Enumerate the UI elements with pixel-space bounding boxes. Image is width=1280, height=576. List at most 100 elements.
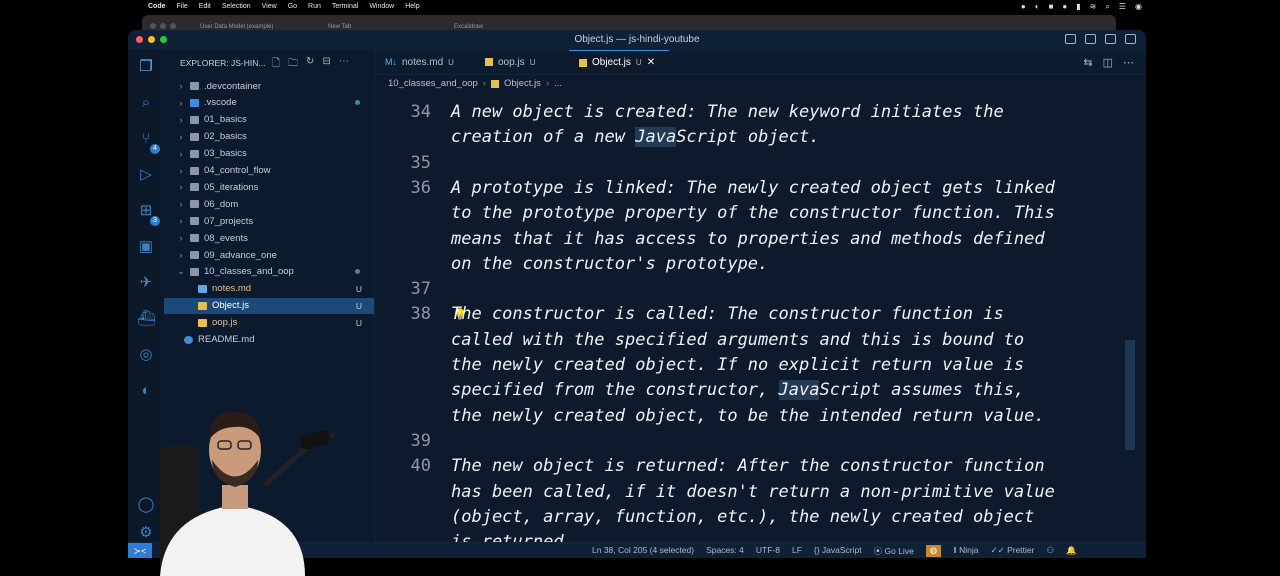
folder-item[interactable]: › .vscode xyxy=(164,95,374,111)
search-icon[interactable]: ⌕ xyxy=(137,94,155,112)
toggle-sidebar-icon[interactable] xyxy=(1065,34,1076,44)
copilot-icon[interactable]: ◍ xyxy=(925,545,942,557)
status-icon[interactable]: ● xyxy=(1021,2,1026,12)
breadcrumb-folder[interactable]: 10_classes_and_oop xyxy=(388,78,478,89)
end-of-line[interactable]: LF xyxy=(792,545,802,557)
file-item[interactable]: README.md xyxy=(164,332,374,348)
customize-layout-icon[interactable] xyxy=(1125,34,1136,44)
tree-item-label: 10_classes_and_oop xyxy=(204,266,294,278)
breadcrumb-more[interactable]: ... xyxy=(554,78,562,89)
status-icon[interactable]: ◐ xyxy=(1035,2,1040,12)
menu-item-go[interactable]: Go xyxy=(288,3,297,10)
explorer-toolbar: 🗋 🗀 ↻ ⊟ ⋯ xyxy=(272,56,349,73)
new-folder-icon[interactable]: 🗀 xyxy=(288,56,298,73)
control-center-icon[interactable]: ☰ xyxy=(1119,2,1126,12)
menu-item-selection[interactable]: Selection xyxy=(222,3,251,10)
code-line[interactable]: to the prototype property of the constru… xyxy=(375,201,1135,226)
folder-item[interactable]: › 01_basics xyxy=(164,112,374,128)
menu-item-view[interactable]: View xyxy=(262,3,277,10)
folder-item[interactable]: › 03_basics xyxy=(164,146,374,162)
tree-item-label: 03_basics xyxy=(204,148,247,160)
code-line[interactable]: 37 xyxy=(375,277,1135,302)
split-editor-icon[interactable]: ◫ xyxy=(1103,56,1113,69)
tab-notes-md[interactable]: M↓ notes.md U xyxy=(375,50,475,74)
code-line[interactable]: 39 xyxy=(375,429,1135,454)
folder-item[interactable]: › 05_iterations xyxy=(164,179,374,195)
folder-item[interactable]: › 07_projects xyxy=(164,213,374,229)
code-line[interactable]: 35 xyxy=(375,151,1135,176)
menu-item-window[interactable]: Window xyxy=(369,3,394,10)
prettier-status[interactable]: ✓✓ Prettier xyxy=(990,545,1034,557)
tab-label: oop.js xyxy=(498,56,525,68)
prettier-label: Prettier xyxy=(1007,545,1035,555)
folder-item[interactable]: › 08_events xyxy=(164,230,374,246)
code-line[interactable]: on the constructor's prototype. xyxy=(375,252,1135,277)
toggle-panel-icon[interactable] xyxy=(1085,34,1096,44)
file-item[interactable]: notes.md U xyxy=(164,281,374,297)
cursor-position[interactable]: Ln 38, Col 205 (4 selected) xyxy=(592,545,694,557)
code-line[interactable]: creation of a new JavaScript object. xyxy=(375,125,1135,150)
code-line[interactable]: 34 A new object is created: The new keywo… xyxy=(375,100,1135,125)
siri-icon[interactable]: ◉ xyxy=(1135,2,1142,12)
notifications-bell-icon[interactable]: 🔔 xyxy=(1066,545,1077,557)
search-icon[interactable]: ⌕ xyxy=(1105,2,1109,12)
close-tab-icon[interactable]: ✕ xyxy=(647,57,655,68)
code-line[interactable]: 38 The constructor is called: The constru… xyxy=(375,302,1135,327)
run-debug-icon[interactable]: ▷ xyxy=(137,166,155,184)
folder-item[interactable]: › 02_basics xyxy=(164,129,374,145)
status-icon[interactable]: ● xyxy=(1062,2,1067,12)
collapse-all-icon[interactable]: ⊟ xyxy=(322,56,330,73)
refresh-icon[interactable]: ↻ xyxy=(306,56,314,73)
indentation[interactable]: Spaces: 4 xyxy=(706,545,744,557)
code-line[interactable]: is returned. xyxy=(375,530,1135,542)
code-line[interactable]: 40 The new object is returned: After the … xyxy=(375,454,1135,479)
remote-icon[interactable]: ◎ xyxy=(137,346,155,364)
new-file-icon[interactable]: 🗋 xyxy=(272,56,280,73)
status-icon[interactable]: ▮ xyxy=(1076,2,1080,12)
file-item[interactable]: Object.js U xyxy=(164,297,374,314)
menu-app-name[interactable]: Code xyxy=(148,3,166,10)
compare-changes-icon[interactable]: ⇆ xyxy=(1083,56,1092,69)
tab-oop-js[interactable]: oop.js U xyxy=(475,50,569,74)
go-live-button[interactable]: ⦿ Go Live xyxy=(874,545,914,557)
status-icon[interactable]: ■ xyxy=(1049,2,1054,12)
code-line[interactable]: called with the specified arguments and … xyxy=(375,328,1135,353)
more-actions-icon[interactable]: ⋯ xyxy=(339,56,349,73)
extension-panel-icon[interactable]: ◐ xyxy=(137,382,155,400)
folder-item[interactable]: › 09_advance_one xyxy=(164,247,374,263)
remote-explorer-icon[interactable]: ▣ xyxy=(137,238,155,256)
folder-item[interactable]: ⌄ 10_classes_and_oop xyxy=(164,264,374,280)
toggle-secondary-sidebar-icon[interactable] xyxy=(1105,34,1116,44)
menu-item-help[interactable]: Help xyxy=(405,3,419,10)
language-mode[interactable]: {} JavaScript xyxy=(814,545,862,557)
menu-item-file[interactable]: File xyxy=(177,3,188,10)
menu-item-run[interactable]: Run xyxy=(308,3,321,10)
tab-object-js[interactable]: Object.js U ✕ xyxy=(569,50,669,74)
encoding[interactable]: UTF-8 xyxy=(756,545,780,557)
code-line[interactable]: the newly created object, to be the inte… xyxy=(375,404,1135,429)
folder-icon xyxy=(190,267,199,276)
feedback-icon[interactable]: ⚇ xyxy=(1046,545,1054,557)
ninja-status[interactable]: ‖ Ninja xyxy=(953,545,978,557)
code-line[interactable]: the newly created object. If no explicit… xyxy=(375,353,1135,378)
live-share-icon[interactable]: ✈ xyxy=(137,274,155,292)
code-line[interactable]: (object, array, function, etc.), the new… xyxy=(375,505,1135,530)
file-item[interactable]: oop.js U xyxy=(164,315,374,331)
code-line[interactable]: 36 A prototype is linked: The newly creat… xyxy=(375,176,1135,201)
chevron-right-icon: › xyxy=(179,233,183,244)
folder-item[interactable]: › 04_control_flow xyxy=(164,163,374,179)
code-line[interactable]: specified from the constructor, JavaScri… xyxy=(375,378,1135,403)
docker-icon[interactable]: ⛴ xyxy=(137,310,156,328)
menu-item-terminal[interactable]: Terminal xyxy=(332,3,358,10)
code-editor[interactable]: 💡 34 A new object is created: The new key… xyxy=(375,92,1135,542)
code-line[interactable]: has been called, if it doesn't return a … xyxy=(375,480,1135,505)
explorer-icon[interactable]: ❐ xyxy=(137,58,155,76)
code-line[interactable]: means that it has access to properties a… xyxy=(375,227,1135,252)
folder-item[interactable]: › .devcontainer xyxy=(164,78,374,94)
menu-item-edit[interactable]: Edit xyxy=(199,3,211,10)
breadcrumb-file[interactable]: Object.js xyxy=(504,78,541,89)
wifi-icon[interactable]: ≋ xyxy=(1090,2,1097,12)
tree-item-label: Object.js xyxy=(212,300,249,312)
folder-item[interactable]: › 06_dom xyxy=(164,196,374,212)
more-actions-icon[interactable]: ⋯ xyxy=(1123,56,1134,69)
